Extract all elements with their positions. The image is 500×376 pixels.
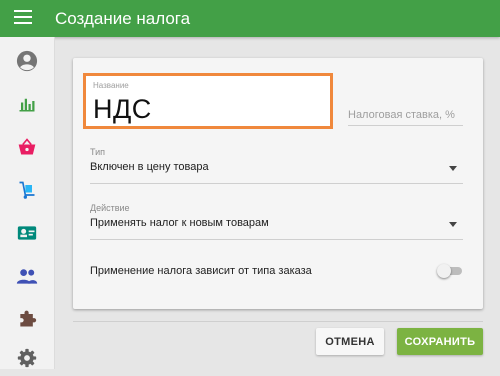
tax-name-label: Название xyxy=(93,81,129,90)
sidebar-item-inventory[interactable] xyxy=(0,172,54,208)
tax-action-select[interactable]: Действие Применять налог к новым товарам xyxy=(90,203,463,240)
tax-action-value: Применять налог к новым товарам xyxy=(90,217,269,229)
tax-rate-input[interactable]: Налоговая ставка, % xyxy=(348,105,463,126)
app-header: Создание налога xyxy=(0,0,500,37)
tax-name-field[interactable]: Название НДС xyxy=(83,73,333,129)
dolly-cart-icon xyxy=(19,181,35,199)
tax-type-label: Тип xyxy=(90,147,106,157)
shopping-basket-icon xyxy=(18,138,36,155)
tax-action-label: Действие xyxy=(90,203,130,213)
sidebar-item-sales[interactable] xyxy=(0,129,54,165)
sidebar-item-plugins[interactable] xyxy=(0,301,54,337)
toggle-thumb xyxy=(437,264,451,278)
chevron-down-icon xyxy=(449,166,457,171)
menu-icon[interactable] xyxy=(14,10,32,26)
sidebar-item-analytics[interactable] xyxy=(0,86,54,122)
sidebar-item-profile[interactable] xyxy=(0,43,54,79)
people-icon xyxy=(16,269,38,284)
puzzle-icon xyxy=(20,310,37,327)
chevron-down-icon xyxy=(449,222,457,227)
order-type-toggle[interactable] xyxy=(437,264,463,278)
cancel-button[interactable]: ОТМЕНА xyxy=(316,328,384,355)
sidebar-item-users[interactable] xyxy=(0,258,54,294)
tax-form-card: Название НДС Налоговая ставка, % Тип Вкл… xyxy=(73,58,483,309)
page-title: Создание налога xyxy=(55,9,191,28)
gear-icon xyxy=(17,348,37,368)
tax-type-select[interactable]: Тип Включен в цену товара xyxy=(90,147,463,184)
sidebar xyxy=(0,37,55,369)
divider xyxy=(73,321,483,322)
tax-name-value[interactable]: НДС xyxy=(93,94,152,125)
sidebar-item-contacts[interactable] xyxy=(0,215,54,251)
order-type-toggle-label: Применение налога зависит от типа заказа xyxy=(90,265,312,277)
tax-rate-placeholder: Налоговая ставка, % xyxy=(348,109,455,121)
bar-chart-icon xyxy=(19,98,35,112)
contact-card-icon xyxy=(17,226,37,240)
save-button[interactable]: СОХРАНИТЬ xyxy=(397,328,483,355)
account-circle-icon xyxy=(16,50,38,72)
sidebar-item-settings[interactable] xyxy=(0,340,54,376)
tax-type-value: Включен в цену товара xyxy=(90,161,209,173)
